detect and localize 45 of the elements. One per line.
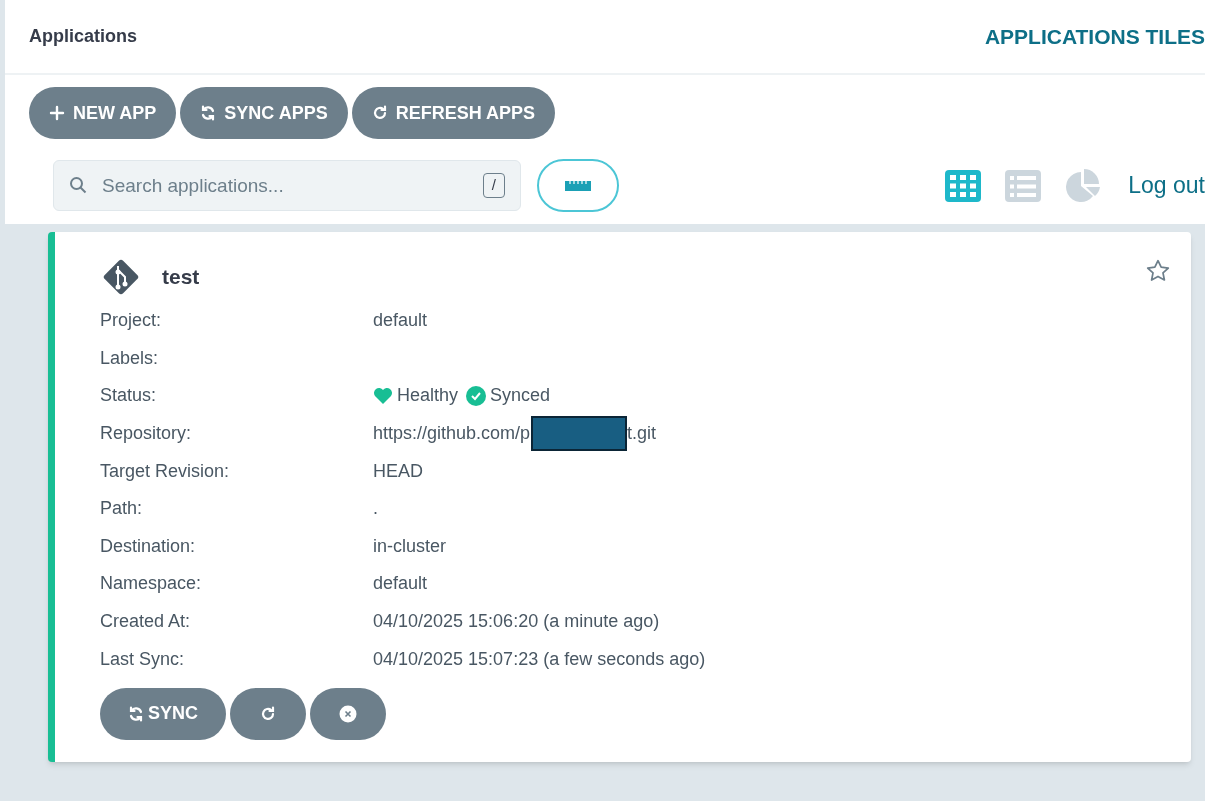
sync-status: Synced <box>490 384 551 408</box>
field-value: 04/10/2025 15:07:23 (a few seconds ago) <box>373 647 706 671</box>
heart-icon <box>373 387 393 405</box>
shortcut-key: / <box>482 173 505 198</box>
favorite-star-icon[interactable] <box>1145 258 1171 284</box>
field-value: HEAD <box>373 459 423 483</box>
field-label: Target Revision: <box>100 459 231 483</box>
field-label: Repository: <box>100 422 193 446</box>
field-label: Last Sync: <box>100 647 186 671</box>
field-value: default <box>373 309 428 333</box>
field-label: Labels: <box>100 346 160 370</box>
field-label: Status: <box>100 384 158 408</box>
field-value: t.git <box>627 422 657 446</box>
search-icon <box>69 176 87 194</box>
refresh-button[interactable] <box>230 687 306 740</box>
sync-button[interactable]: SYNC <box>100 687 226 740</box>
field-label: Namespace: <box>100 572 203 596</box>
sync-icon <box>128 705 144 722</box>
field-value: 04/10/2025 15:06:20 (a minute ago) <box>373 610 660 634</box>
refresh-icon <box>260 705 276 722</box>
close-icon <box>339 704 357 723</box>
plus-icon <box>49 105 65 121</box>
field-label: Path: <box>100 497 144 521</box>
health-status: Healthy <box>397 384 459 408</box>
app-name: test <box>162 264 200 291</box>
field-label: Created At: <box>100 610 192 634</box>
ruler-icon <box>565 179 591 192</box>
field-value: default <box>373 572 428 596</box>
refresh-icon <box>371 105 388 121</box>
field-value: in-cluster <box>373 534 447 558</box>
delete-button[interactable] <box>310 687 386 740</box>
check-circle-icon <box>466 386 487 406</box>
field-label: Destination: <box>100 534 197 558</box>
page-title: Applications <box>29 25 137 48</box>
logout-link[interactable]: Log out <box>1128 168 1205 203</box>
filter-button[interactable] <box>537 159 619 212</box>
field-value: . <box>373 497 378 521</box>
field-value: https://github.com/p <box>373 422 531 446</box>
toolbar-button[interactable]: REFRESH APPS <box>351 87 556 139</box>
sync-icon <box>200 105 217 121</box>
toolbar-button[interactable]: NEW APP <box>29 87 177 139</box>
view-title: APPLICATIONS TILES <box>984 23 1205 50</box>
field-label: Project: <box>100 309 163 333</box>
toolbar-button[interactable]: SYNC APPS <box>180 87 348 139</box>
app-card[interactable] <box>48 232 1191 762</box>
